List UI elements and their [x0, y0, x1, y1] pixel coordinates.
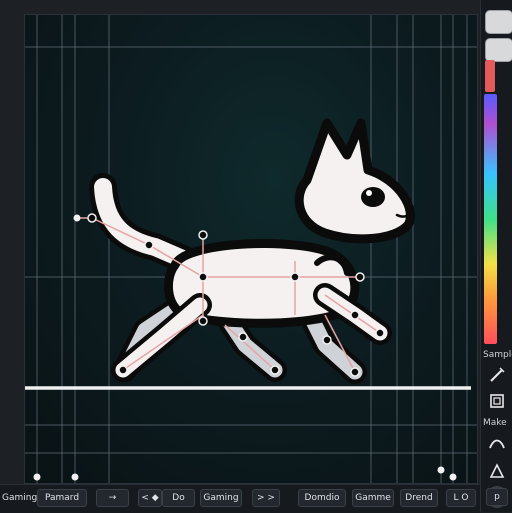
joint-paw-back[interactable]	[270, 365, 280, 375]
bottom-button-drend[interactable]: Drend	[400, 489, 438, 507]
bottom-button-arrow[interactable]: →	[96, 489, 129, 507]
joint-handle[interactable]	[73, 214, 81, 222]
cat-eye-highlight	[366, 190, 372, 196]
frame-tool-icon[interactable]	[486, 390, 508, 412]
guide-handle-3[interactable]	[437, 466, 445, 474]
bottom-toolbar: Gaming Pamard → < ◆ Do Gaming > > Domdio…	[0, 484, 480, 513]
bottom-button-gaming[interactable]: Gaming	[200, 489, 242, 507]
animation-editor: Sample Make Gaming Pamard → < ◆ Do Gamin…	[0, 0, 512, 513]
curve-tool-icon[interactable]	[486, 432, 508, 454]
cat-eye	[361, 187, 385, 207]
guide-handle-2[interactable]	[71, 473, 79, 481]
joint-knee-back[interactable]	[238, 332, 248, 342]
panel-toggle-button-2[interactable]	[485, 38, 512, 62]
guide-handle-1[interactable]	[33, 473, 41, 481]
canvas-svg	[25, 15, 477, 483]
joint-hip-bottom[interactable]	[198, 316, 208, 326]
joint-knee-hind[interactable]	[322, 335, 332, 345]
joint-hip-top[interactable]	[198, 230, 208, 240]
bottom-button-pamard[interactable]: Pamard	[37, 489, 87, 507]
bottom-button-do[interactable]: Do	[162, 489, 195, 507]
cat-head[interactable]	[294, 118, 415, 244]
joint-shoulder[interactable]	[290, 272, 300, 282]
joint-paw-left[interactable]	[118, 365, 128, 375]
color-swatch[interactable]	[485, 60, 495, 92]
joint-paw-front[interactable]	[375, 328, 385, 338]
corner-button[interactable]: p	[486, 488, 508, 506]
bottom-button-next[interactable]: > >	[252, 489, 280, 507]
color-spectrum-slider[interactable]	[484, 94, 497, 344]
canvas-viewport[interactable]	[24, 14, 478, 484]
make-label: Make	[483, 418, 507, 428]
bottom-button-domdio[interactable]: Domdio	[298, 489, 346, 507]
guide-handles[interactable]	[33, 466, 457, 481]
bottom-item-gaming[interactable]: Gaming	[2, 489, 37, 507]
bottom-button-gamme[interactable]: Gamme	[352, 489, 394, 507]
bottom-button-lo[interactable]: L O	[446, 489, 476, 507]
joint-paw-hind[interactable]	[350, 367, 360, 377]
joint-tail-mid[interactable]	[144, 240, 154, 250]
joint-hip[interactable]	[198, 272, 208, 282]
joint-tail-tip[interactable]	[87, 213, 97, 223]
bottom-button-keyframe[interactable]: < ◆	[138, 489, 162, 507]
pen-tool-icon[interactable]	[486, 364, 508, 386]
shape-tool-icon[interactable]	[486, 460, 508, 482]
right-tool-panel: Sample Make	[480, 0, 512, 512]
joint-elbow-front[interactable]	[350, 310, 360, 320]
panel-toggle-button-1[interactable]	[485, 10, 512, 34]
sample-label: Sample	[483, 350, 512, 360]
joint-neck[interactable]	[355, 272, 365, 282]
guide-handle-4[interactable]	[449, 473, 457, 481]
